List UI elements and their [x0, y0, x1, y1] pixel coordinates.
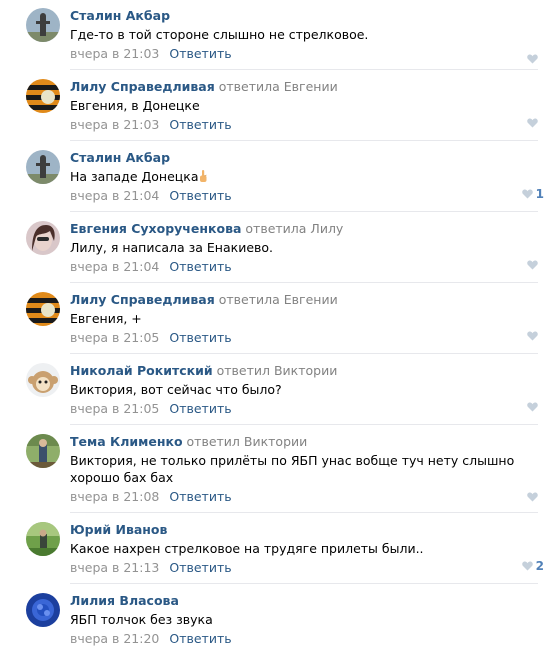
heart-icon: [521, 189, 533, 199]
avatar[interactable]: [26, 79, 60, 113]
like-button[interactable]: 1: [516, 187, 544, 201]
avatar[interactable]: [26, 150, 60, 184]
reply-to[interactable]: ответила Евгении: [219, 79, 338, 94]
reply-link[interactable]: Ответить: [169, 46, 231, 61]
heart-icon: [527, 402, 538, 412]
comment-author[interactable]: Евгения Сухорученкова: [70, 221, 241, 236]
comment-divider: [70, 69, 538, 70]
comment-text: Виктория, не только прилёты по ЯБП унас …: [70, 453, 515, 485]
comment-text: Виктория, вот сейчас что было?: [70, 382, 282, 397]
heart-icon: [527, 492, 538, 502]
comment-author[interactable]: Юрий Иванов: [70, 522, 167, 537]
comment-author[interactable]: Лилу Справедливая: [70, 79, 215, 94]
like-button[interactable]: [516, 52, 538, 66]
comments-feed: Сталин Акбар Где-то в той стороне слышно…: [0, 0, 552, 646]
heart-icon: [527, 331, 538, 341]
heart-icon: [521, 561, 533, 571]
heart-icon: [527, 54, 538, 64]
like-button[interactable]: [516, 400, 538, 414]
avatar[interactable]: [26, 8, 60, 42]
comment-author[interactable]: Тема Клименко: [70, 434, 183, 449]
comment-author[interactable]: Сталин Акбар: [70, 150, 170, 165]
comment-time[interactable]: вчера в 21:03: [70, 117, 159, 132]
comment-text: На западе Донецка: [70, 169, 199, 184]
avatar[interactable]: [26, 593, 60, 627]
comment-text: Евгения, в Донецке: [70, 98, 200, 113]
comment-text: Где-то в той стороне слышно не стрелково…: [70, 27, 369, 42]
comment-author[interactable]: Лилу Справедливая: [70, 292, 215, 307]
reply-link[interactable]: Ответить: [169, 259, 231, 274]
avatar[interactable]: [26, 434, 60, 468]
like-button[interactable]: [516, 329, 538, 343]
comment-text: Евгения, +: [70, 311, 142, 326]
comment-author[interactable]: Николай Рокитский: [70, 363, 213, 378]
like-count: 1: [535, 187, 544, 201]
like-button[interactable]: [516, 490, 538, 504]
comment-divider: [70, 512, 538, 513]
avatar[interactable]: [26, 522, 60, 556]
like-button[interactable]: [516, 116, 538, 130]
like-button[interactable]: 2: [516, 559, 544, 573]
comment-author[interactable]: Сталин Акбар: [70, 8, 170, 23]
comment-time[interactable]: вчера в 21:08: [70, 489, 159, 504]
comment-time[interactable]: вчера в 21:20: [70, 631, 159, 646]
reply-to[interactable]: ответила Лилу: [245, 221, 343, 236]
pointing-finger-emoji-icon: [200, 170, 208, 182]
avatar[interactable]: [26, 292, 60, 326]
reply-link[interactable]: Ответить: [169, 117, 231, 132]
comment-time[interactable]: вчера в 21:13: [70, 560, 159, 575]
comment-divider: [70, 140, 538, 141]
comment-time[interactable]: вчера в 21:05: [70, 330, 159, 345]
heart-icon: [527, 260, 538, 270]
like-count: 2: [535, 559, 544, 573]
heart-icon: [527, 118, 538, 128]
reply-link[interactable]: Ответить: [169, 401, 231, 416]
comment-time[interactable]: вчера в 21:04: [70, 259, 159, 274]
comment-time[interactable]: вчера в 21:05: [70, 401, 159, 416]
reply-link[interactable]: Ответить: [169, 489, 231, 504]
comment-divider: [70, 583, 538, 584]
comment-text: Лилу, я написала за Енакиево.: [70, 240, 273, 255]
comment-text: ЯБП толчок без звука: [70, 612, 213, 627]
comment-divider: [70, 424, 538, 425]
reply-to[interactable]: ответила Евгении: [219, 292, 338, 307]
comment-time[interactable]: вчера в 21:03: [70, 46, 159, 61]
avatar[interactable]: [26, 221, 60, 255]
reply-to[interactable]: ответил Виктории: [187, 434, 308, 449]
avatar[interactable]: [26, 363, 60, 397]
reply-link[interactable]: Ответить: [169, 188, 231, 203]
comment-time[interactable]: вчера в 21:04: [70, 188, 159, 203]
reply-to[interactable]: ответил Виктории: [217, 363, 338, 378]
comment-divider: [70, 353, 538, 354]
comment-divider: [70, 282, 538, 283]
comment-text: Какое нахрен стрелковое на трудяге приле…: [70, 541, 424, 556]
reply-link[interactable]: Ответить: [169, 330, 231, 345]
reply-link[interactable]: Ответить: [169, 560, 231, 575]
comment-author[interactable]: Лилия Власова: [70, 593, 179, 608]
comment-divider: [70, 211, 538, 212]
reply-link[interactable]: Ответить: [169, 631, 231, 646]
like-button[interactable]: [516, 258, 538, 272]
